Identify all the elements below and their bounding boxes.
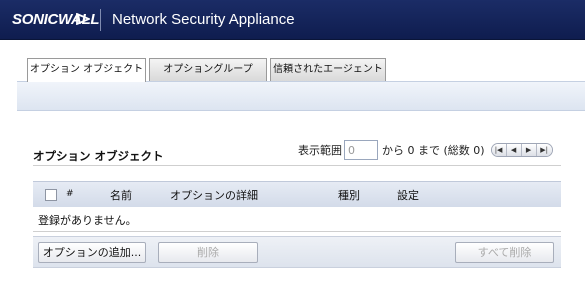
range-control: 表示範囲 から 0 まで (総数 0) |◀ ◀ ▶ ▶|: [298, 140, 553, 160]
table-header: # 名前 オプションの詳細 種別 設定: [33, 181, 561, 207]
app-title: Network Security Appliance: [112, 11, 295, 28]
table-divider: [33, 231, 561, 232]
next-page-icon[interactable]: ▶: [521, 144, 537, 156]
pager: |◀ ◀ ▶ ▶|: [490, 143, 553, 157]
column-name[interactable]: 名前: [110, 187, 132, 203]
column-number: #: [66, 189, 74, 199]
prev-page-icon[interactable]: ◀: [506, 144, 522, 156]
app-header: SONICWALL Network Security Appliance: [0, 0, 585, 40]
logo-swoosh-icon: [76, 13, 90, 25]
range-summary-label: から 0 まで (総数 0): [382, 144, 485, 157]
column-option-details[interactable]: オプションの詳細: [170, 187, 258, 203]
section-title: オプション オブジェクト: [33, 149, 164, 163]
range-start-input[interactable]: [344, 140, 378, 160]
tab-content-band: [17, 81, 585, 111]
delete-button[interactable]: 削除: [158, 242, 258, 263]
last-page-icon[interactable]: ▶|: [536, 144, 552, 156]
empty-table-message: 登録がありません。: [38, 214, 137, 227]
tab-trusted-agents[interactable]: 信頼されたエージェント: [270, 58, 386, 81]
select-all-checkbox[interactable]: [45, 189, 57, 201]
first-page-icon[interactable]: |◀: [491, 144, 507, 156]
section-divider: [33, 165, 561, 166]
delete-all-button[interactable]: すべて削除: [455, 242, 554, 263]
column-type[interactable]: 種別: [338, 187, 360, 203]
column-settings: 設定: [397, 189, 419, 202]
tab-option-objects[interactable]: オプション オブジェクト: [27, 58, 146, 82]
header-divider: [100, 9, 101, 31]
add-option-button[interactable]: オプションの追加...: [38, 242, 146, 263]
tab-option-groups[interactable]: オプショングループ: [149, 58, 267, 81]
range-prefix-label: 表示範囲: [298, 144, 342, 157]
